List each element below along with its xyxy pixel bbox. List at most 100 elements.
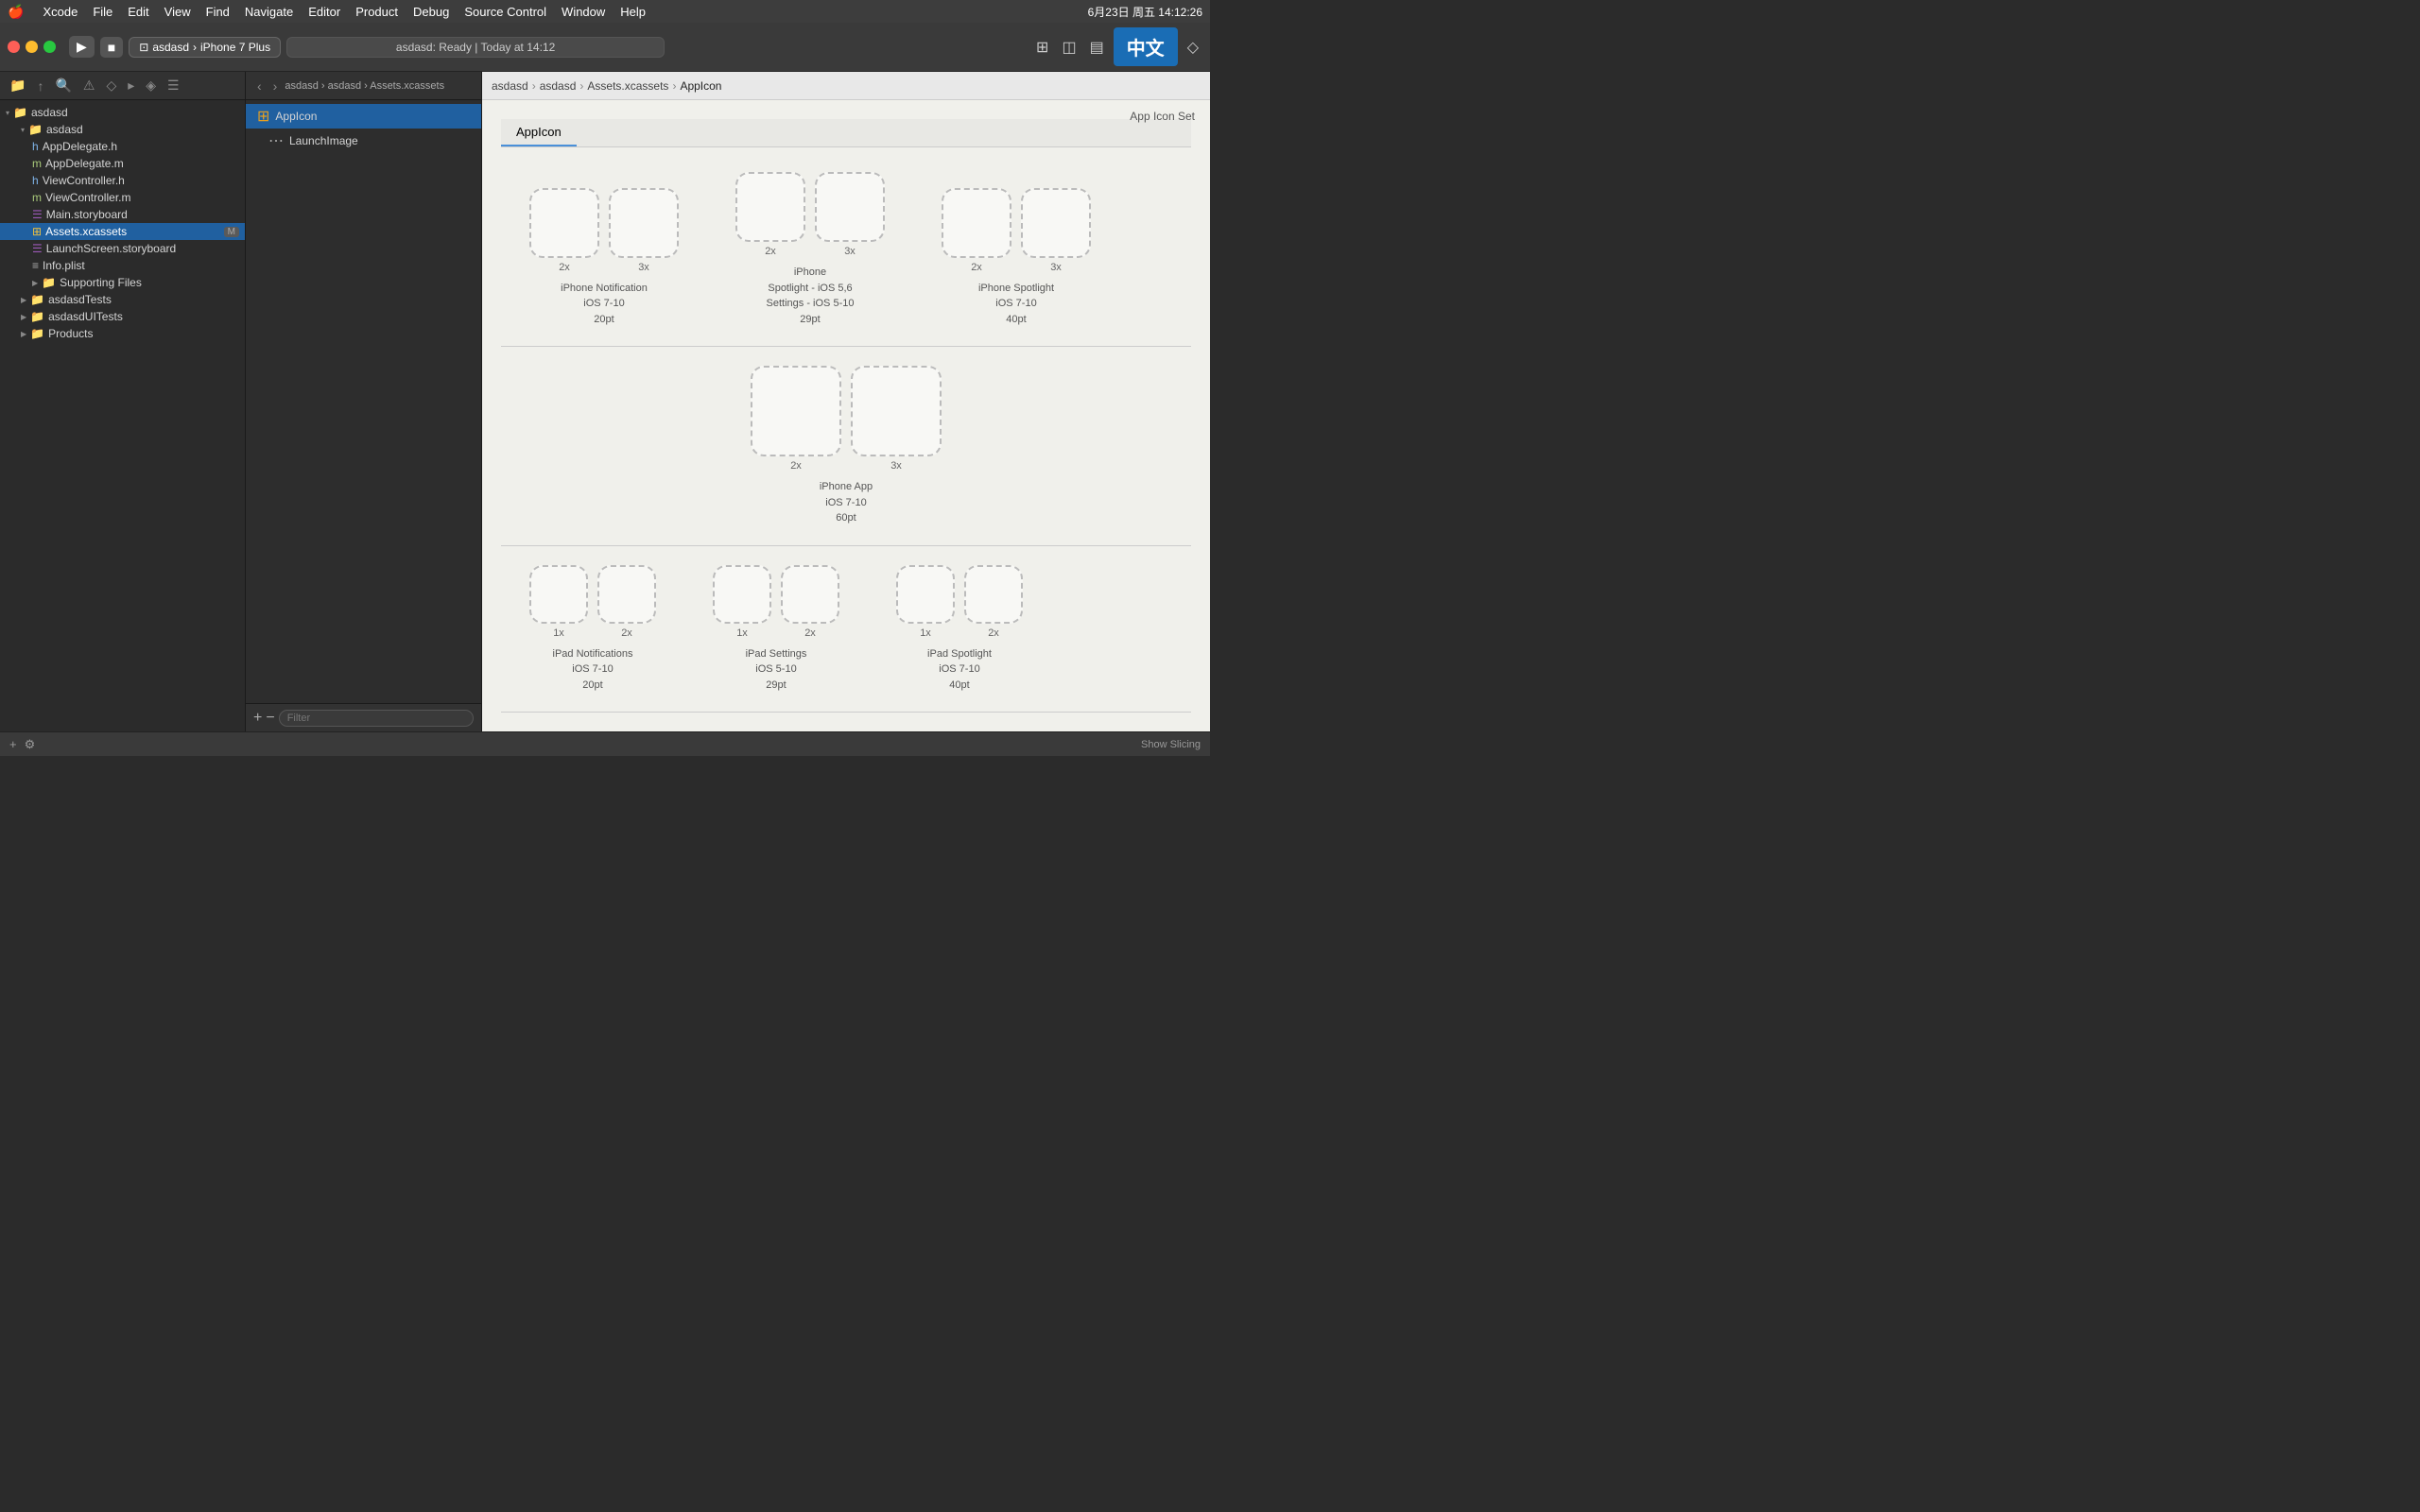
icon-slot[interactable] bbox=[942, 188, 1011, 258]
tree-item-assets-xcassets[interactable]: ⊞ Assets.xcassets M bbox=[0, 223, 245, 240]
menu-help[interactable]: Help bbox=[620, 5, 646, 19]
debug-nav-icon[interactable]: ▸ bbox=[124, 76, 138, 95]
icon-slot[interactable] bbox=[529, 188, 599, 258]
storyboard-icon: ☰ bbox=[32, 208, 43, 221]
tree-item-viewcontroller-h[interactable]: h ViewController.h bbox=[0, 172, 245, 189]
issue-nav-icon[interactable]: ⚠ bbox=[79, 76, 99, 95]
tree-item-appdelegate-m[interactable]: m AppDelegate.m bbox=[0, 155, 245, 172]
menu-edit[interactable]: Edit bbox=[128, 5, 148, 19]
icon-slot[interactable] bbox=[815, 172, 885, 242]
icon-slot[interactable] bbox=[896, 565, 955, 624]
menu-file[interactable]: File bbox=[93, 5, 112, 19]
navigator-toggle-button[interactable]: ⊞ bbox=[1032, 34, 1052, 60]
icon-slot[interactable] bbox=[735, 172, 805, 242]
breakpoint-icon[interactable]: ◇ bbox=[1184, 34, 1202, 60]
minimize-button[interactable] bbox=[26, 41, 38, 53]
menu-find[interactable]: Find bbox=[206, 5, 230, 19]
icon-group-ipad-spotlight: 1x 2x iPad Spotlight iOS 7-10 40pt bbox=[896, 565, 1023, 694]
search-nav-icon[interactable]: 🔍 bbox=[51, 76, 75, 95]
slot-ipad-notif-2x: 2x bbox=[597, 565, 656, 639]
apple-menu[interactable]: 🍎 bbox=[8, 4, 24, 20]
file-h-icon: h bbox=[32, 174, 39, 187]
icon-slot[interactable] bbox=[597, 565, 656, 624]
icon-slot[interactable] bbox=[781, 565, 839, 624]
slot-settings-3x: 3x bbox=[815, 172, 885, 257]
close-button[interactable] bbox=[8, 41, 20, 53]
tree-item-supporting-files[interactable]: ▶ 📁 Supporting Files bbox=[0, 274, 245, 291]
tab-appicon[interactable]: AppIcon bbox=[501, 119, 577, 146]
menubar-right: 6月23日 周五 14:12:26 bbox=[1088, 4, 1202, 20]
icon-slot[interactable] bbox=[851, 366, 942, 456]
nav-prev-button[interactable]: ‹ bbox=[253, 77, 266, 95]
add-bottom-button[interactable]: + bbox=[9, 737, 17, 751]
icon-slot[interactable] bbox=[964, 565, 1023, 624]
menu-debug[interactable]: Debug bbox=[413, 5, 449, 19]
xcassets-icon: ⊞ bbox=[32, 225, 42, 238]
icon-row-4: 1x 2x iPad App iOS 7-10 76pt bbox=[501, 713, 1191, 731]
add-asset-button[interactable]: + bbox=[253, 710, 262, 727]
menu-window[interactable]: Window bbox=[562, 5, 605, 19]
show-slicing-button[interactable]: Show Slicing bbox=[1141, 739, 1201, 750]
tree-item-asdasd-root[interactable]: ▾ 📁 asdasd bbox=[0, 104, 245, 121]
folder-icon: 📁 bbox=[28, 123, 43, 136]
source-control-icon[interactable]: ↑ bbox=[33, 77, 47, 95]
breadcrumb-assets[interactable]: Assets.xcassets bbox=[587, 79, 668, 93]
slot-ipad-settings-1x: 1x bbox=[713, 565, 771, 639]
menu-view[interactable]: View bbox=[164, 5, 191, 19]
navigator-toolbar: 📁 ↑ 🔍 ⚠ ◇ ▸ ◈ ☰ bbox=[0, 72, 245, 100]
icon-slots-iphone-app: 2x 3x bbox=[751, 366, 942, 472]
menu-navigate[interactable]: Navigate bbox=[245, 5, 293, 19]
menu-product[interactable]: Product bbox=[355, 5, 398, 19]
tree-item-asdasduitests[interactable]: ▶ 📁 asdasdUITests bbox=[0, 308, 245, 325]
breakpoint-nav-icon[interactable]: ◈ bbox=[142, 76, 160, 95]
editor-toggle-button[interactable]: ◫ bbox=[1058, 34, 1080, 60]
slot-ipad-spotlight-1x: 1x bbox=[896, 565, 955, 639]
icon-slot[interactable] bbox=[751, 366, 841, 456]
stop-button[interactable]: ■ bbox=[100, 37, 123, 58]
traffic-lights bbox=[8, 41, 56, 53]
icon-group-ipad-notifications: 1x 2x iPad Notifications iOS 7-10 20pt bbox=[529, 565, 656, 694]
breadcrumb-asdasd[interactable]: asdasd bbox=[492, 79, 528, 93]
icon-slot[interactable] bbox=[1021, 188, 1091, 258]
scheme-selector[interactable]: ⊡ asdasd › iPhone 7 Plus bbox=[129, 37, 281, 58]
tree-item-info-plist[interactable]: ≡ Info.plist bbox=[0, 257, 245, 274]
settings-bottom-button[interactable]: ⚙ bbox=[25, 737, 36, 752]
tree-item-products[interactable]: ▶ 📁 Products bbox=[0, 325, 245, 342]
editor-breadcrumb: asdasd › asdasd › Assets.xcassets › AppI… bbox=[482, 72, 1210, 100]
icon-row-3: 1x 2x iPad Notifications iOS 7-10 20pt bbox=[501, 546, 1191, 713]
breadcrumb-appicon[interactable]: AppIcon bbox=[680, 79, 721, 93]
appicontab-bar: AppIcon bbox=[501, 119, 1191, 147]
run-button[interactable]: ▶ bbox=[69, 36, 95, 58]
tree-item-launchscreen-storyboard[interactable]: ☰ LaunchScreen.storyboard bbox=[0, 240, 245, 257]
test-nav-icon[interactable]: ◇ bbox=[102, 76, 120, 95]
folder-icon[interactable]: 📁 bbox=[6, 76, 29, 95]
menu-editor[interactable]: Editor bbox=[308, 5, 340, 19]
icon-slot[interactable] bbox=[609, 188, 679, 258]
icon-row-2: 2x 3x iPhone App iOS 7-10 60pt bbox=[501, 347, 1191, 546]
maximize-button[interactable] bbox=[43, 41, 56, 53]
nav-next-button[interactable]: › bbox=[269, 77, 282, 95]
file-list-item-appicon[interactable]: ⊞ AppIcon bbox=[246, 104, 481, 129]
remove-asset-button[interactable]: − bbox=[266, 710, 274, 727]
utilities-toggle-button[interactable]: ▤ bbox=[1086, 34, 1108, 60]
tree-item-asdasd-inner[interactable]: ▾ 📁 asdasd bbox=[0, 121, 245, 138]
icon-group-iphone-spotlight: 2x 3x iPhone Spotlight iOS 7-10 40pt bbox=[942, 188, 1091, 328]
breadcrumb-asdasd2[interactable]: asdasd bbox=[540, 79, 577, 93]
menu-xcode[interactable]: Xcode bbox=[43, 5, 78, 19]
file-list-item-launchimage[interactable]: ⋯ LaunchImage bbox=[246, 129, 481, 153]
tree-item-main-storyboard[interactable]: ☰ Main.storyboard bbox=[0, 206, 245, 223]
folder-icon: 📁 bbox=[13, 106, 27, 119]
icon-slot[interactable] bbox=[529, 565, 588, 624]
menu-source-control[interactable]: Source Control bbox=[464, 5, 546, 19]
device-name: iPhone 7 Plus bbox=[200, 41, 270, 54]
icon-slot[interactable] bbox=[713, 565, 771, 624]
storyboard-icon: ☰ bbox=[32, 242, 43, 255]
folder-icon: 📁 bbox=[42, 276, 56, 289]
tree-item-viewcontroller-m[interactable]: m ViewController.m bbox=[0, 189, 245, 206]
tree-item-asdasdtests[interactable]: ▶ 📁 asdasdTests bbox=[0, 291, 245, 308]
filter-input[interactable] bbox=[279, 710, 474, 727]
report-nav-icon[interactable]: ☰ bbox=[164, 76, 183, 95]
bottom-bar: + ⚙ Show Slicing bbox=[0, 731, 1210, 756]
slot-spotlight-2x: 2x bbox=[942, 188, 1011, 273]
tree-item-appdelegate-h[interactable]: h AppDelegate.h bbox=[0, 138, 245, 155]
